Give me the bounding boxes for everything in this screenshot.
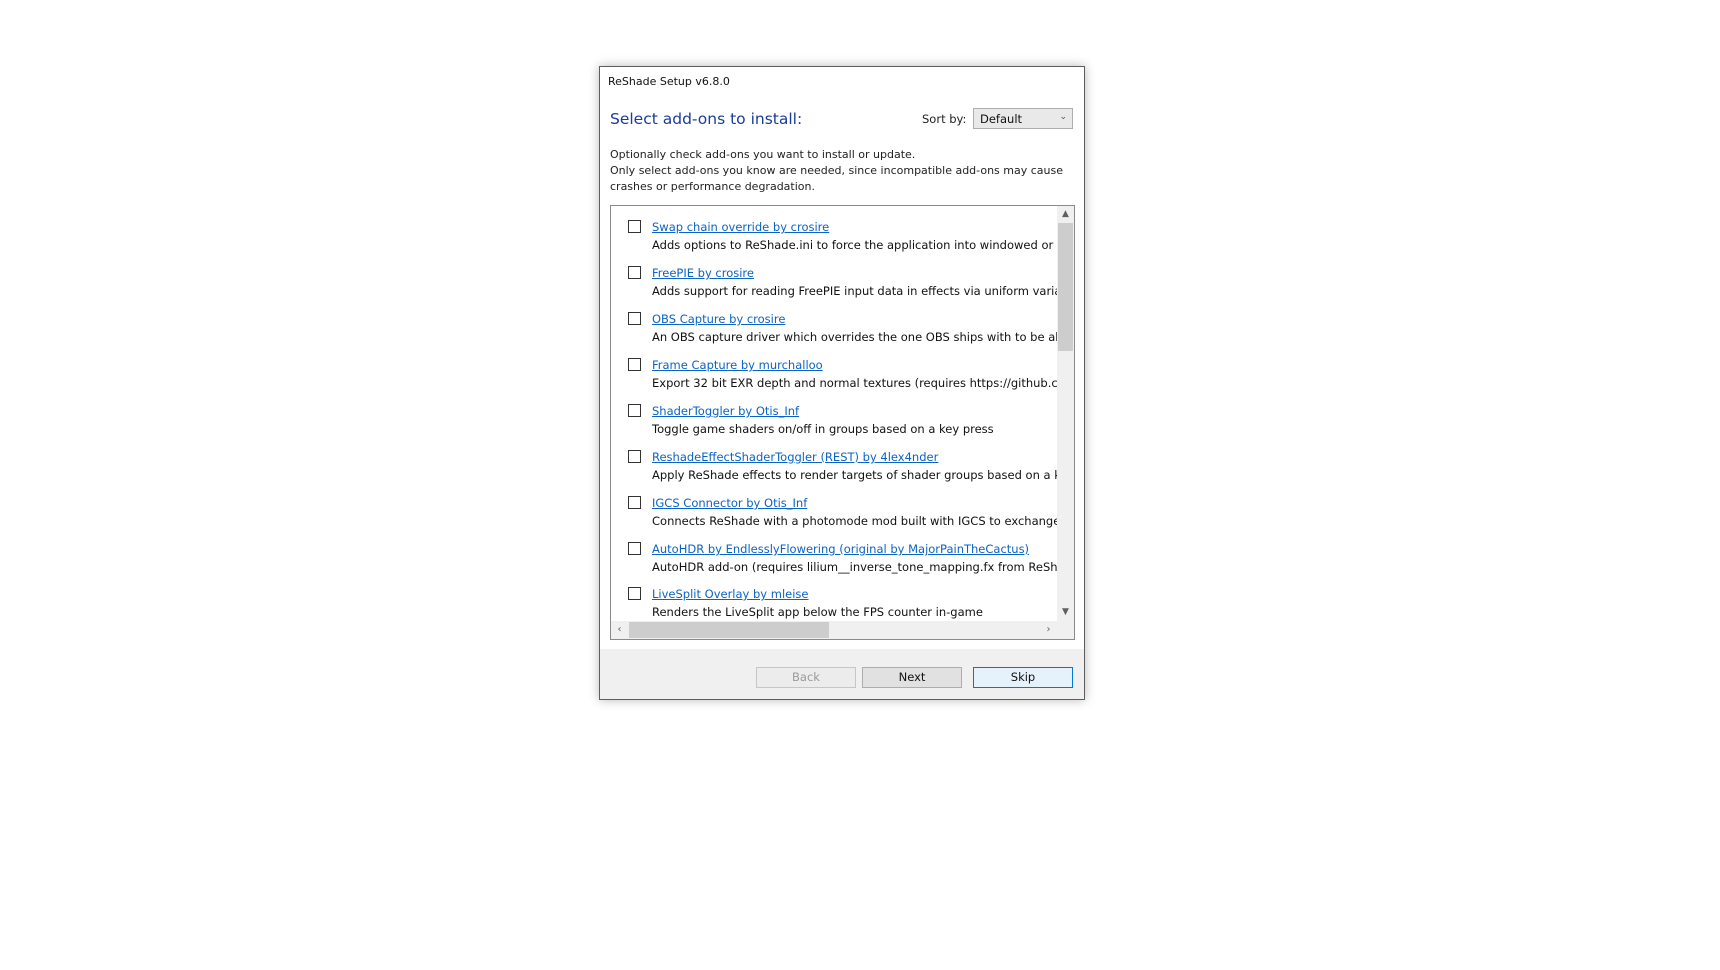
addon-item: LiveSplit Overlay by mleise Renders the … [611,577,1057,621]
addon-link[interactable]: LiveSplit Overlay by mleise [652,587,809,601]
addon-description: AutoHDR add-on (requires lilium__inverse… [652,560,1057,574]
sort-by-selected-value: Default [980,112,1023,126]
addon-item: AutoHDR by EndlesslyFlowering (original … [611,532,1057,578]
addon-item: Frame Capture by murchalloo Export 32 bi… [611,348,1057,394]
addon-list[interactable]: Swap chain override by crosire Adds opti… [610,205,1075,640]
addon-item: IGCS Connector by Otis_Inf Connects ReSh… [611,486,1057,532]
addon-checkbox[interactable] [628,312,641,325]
window-title: ReShade Setup v6.8.0 [608,75,730,88]
scroll-up-arrow-icon[interactable]: ▲ [1057,206,1074,223]
addon-description: Connects ReShade with a photomode mod bu… [652,514,1057,528]
sort-by-label: Sort by: [922,112,967,126]
addon-description: Apply ReShade effects to render targets … [652,468,1057,482]
addon-description: Export 32 bit EXR depth and normal textu… [652,376,1057,390]
addon-description: An OBS capture driver which overrides th… [652,330,1057,344]
sort-by-dropdown[interactable]: Default ⌄ [973,108,1073,129]
page-heading: Select add-ons to install: [610,110,803,128]
addon-description: Toggle game shaders on/off in groups bas… [652,422,994,436]
addon-link[interactable]: ReshadeEffectShaderToggler (REST) by 4le… [652,450,938,464]
horizontal-scrollbar[interactable]: ‹ › [611,621,1057,639]
horizontal-scroll-thumb[interactable] [629,622,829,638]
addon-item: ShaderToggler by Otis_Inf Toggle game sh… [611,394,1057,440]
back-button[interactable]: Back [756,667,856,688]
addon-description: Renders the LiveSplit app below the FPS … [652,605,983,619]
addon-checkbox[interactable] [628,496,641,509]
addon-description: Adds options to ReShade.ini to force the… [652,238,1057,252]
addon-item: ReshadeEffectShaderToggler (REST) by 4le… [611,440,1057,486]
instructions-text: Optionally check add-ons you want to ins… [610,147,1070,195]
skip-button[interactable]: Skip [973,667,1073,688]
scroll-down-arrow-icon[interactable]: ▼ [1057,604,1074,621]
vertical-scrollbar[interactable]: ▲ ▼ [1057,206,1074,621]
addon-link[interactable]: FreePIE by crosire [652,266,754,280]
addon-checkbox[interactable] [628,587,641,600]
vertical-scroll-thumb[interactable] [1058,223,1073,351]
addon-link[interactable]: ShaderToggler by Otis_Inf [652,404,799,418]
instructions-line-1: Optionally check add-ons you want to ins… [610,148,916,161]
addon-link[interactable]: AutoHDR by EndlesslyFlowering (original … [652,542,1029,556]
addon-link[interactable]: Swap chain override by crosire [652,220,829,234]
scroll-right-arrow-icon[interactable]: › [1040,621,1057,639]
addon-checkbox[interactable] [628,542,641,555]
addon-item: FreePIE by crosire Adds support for read… [611,256,1057,302]
next-button[interactable]: Next [862,667,962,688]
addon-checkbox[interactable] [628,450,641,463]
chevron-down-icon: ⌄ [1059,112,1067,122]
addon-checkbox[interactable] [628,404,641,417]
addon-link[interactable]: OBS Capture by crosire [652,312,785,326]
scroll-left-arrow-icon[interactable]: ‹ [611,621,628,639]
addon-link[interactable]: Frame Capture by murchalloo [652,358,823,372]
addon-item: Swap chain override by crosire Adds opti… [611,210,1057,256]
instructions-line-2: Only select add-ons you know are needed,… [610,164,1063,193]
addon-list-items: Swap chain override by crosire Adds opti… [611,206,1057,621]
addon-link[interactable]: IGCS Connector by Otis_Inf [652,496,807,510]
button-bar: Back Next Skip [600,649,1084,699]
addon-description: Adds support for reading FreePIE input d… [652,284,1057,298]
addon-checkbox[interactable] [628,358,641,371]
scrollbar-corner [1057,621,1074,639]
reshade-setup-window: ReShade Setup v6.8.0 Select add-ons to i… [599,66,1085,700]
addon-checkbox[interactable] [628,220,641,233]
addon-item: OBS Capture by crosire An OBS capture dr… [611,302,1057,348]
addon-checkbox[interactable] [628,266,641,279]
